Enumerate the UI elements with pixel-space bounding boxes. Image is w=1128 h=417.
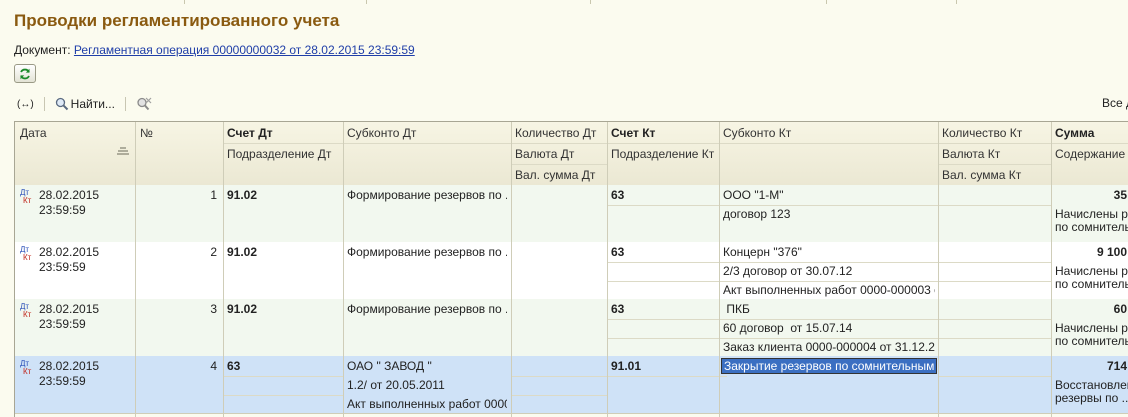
col-header-num[interactable]: №: [140, 126, 153, 140]
tab-strip: [0, 0, 1128, 4]
row-account-kt: 63: [611, 188, 625, 202]
document-label: Документ:: [14, 43, 71, 57]
filter-clear-icon: [137, 97, 152, 111]
table-toolbar: (↔) Найти...: [14, 94, 155, 114]
row-subconto-dt-1: Формирование резервов по ...: [347, 188, 507, 202]
row-account-kt: 63: [611, 302, 625, 316]
row-content-1: Начислены ре: [1055, 321, 1128, 335]
table-row[interactable]: Дт Кт 28.02.2015 23:59:59 2 91.02 Формиро…: [15, 242, 1128, 300]
row-date: 28.02.2015: [39, 245, 100, 259]
col-header-subconto-kt[interactable]: Субконто Кт: [723, 126, 791, 140]
selected-cell-subconto-kt[interactable]: Закрытие резервов по сомнительным ...: [721, 358, 937, 374]
page-title: Проводки регламентированного учета: [14, 11, 340, 30]
toggle-mode-button[interactable]: (↔): [14, 98, 37, 111]
row-subconto-kt-2: договор 123: [723, 207, 791, 221]
row-subconto-kt-1: ПКБ: [723, 302, 750, 316]
table-row[interactable]: Дт Кт 28.02.2015 23:59:59 1 91.02 Формиро…: [15, 185, 1128, 243]
row-subconto-kt-2: 60 договор от 15.07.14: [723, 321, 853, 335]
row-number: 4: [210, 359, 217, 373]
row-account-kt: 91.01: [611, 359, 642, 373]
col-header-quantity-kt[interactable]: Количество Кт: [942, 126, 1022, 140]
refresh-icon: [20, 68, 30, 79]
row-number: 2: [210, 245, 217, 259]
row-subconto-dt-3: Акт выполненных работ 0000...: [347, 397, 507, 411]
col-header-currency-kt[interactable]: Валюта Кт: [942, 147, 1000, 161]
row-content-1: Начислены ре: [1055, 264, 1128, 278]
document-link[interactable]: Регламентная операция 00000000032 от 28.…: [74, 43, 415, 57]
row-account-dt: 91.02: [227, 188, 258, 202]
row-sum: 35: [1113, 188, 1127, 202]
row-account-dt: 91.02: [227, 245, 258, 259]
row-date: 28.02.2015: [39, 359, 100, 373]
dt-kt-icon: Дт Кт: [20, 302, 32, 319]
toolbar-divider: [43, 97, 45, 111]
row-subconto-dt-1: Формирование резервов по ...: [347, 245, 507, 259]
row-time: 23:59:59: [39, 260, 86, 274]
row-sum: 9 100: [1096, 245, 1127, 259]
col-header-subconto-dt[interactable]: Субконто Дт: [347, 126, 416, 140]
row-content-2: резервы по ...: [1055, 391, 1128, 405]
dt-kt-icon: Дт Кт: [20, 188, 32, 205]
refresh-button[interactable]: [14, 64, 36, 83]
row-date: 28.02.2015: [39, 188, 100, 202]
row-content-1: Восстановлен: [1055, 378, 1128, 392]
row-account-dt: 91.02: [227, 302, 258, 316]
row-content-2: по сомнитель: [1055, 334, 1128, 348]
col-header-subdivision-dt[interactable]: Подразделение Дт: [227, 147, 331, 161]
row-time: 23:59:59: [39, 374, 86, 388]
document-line: Документ: Регламентная операция 00000000…: [14, 43, 415, 57]
row-date: 28.02.2015: [39, 302, 100, 316]
col-header-account-dt[interactable]: Счет Дт: [227, 126, 273, 140]
col-header-currency-sum-dt[interactable]: Вал. сумма Дт: [515, 168, 595, 182]
row-time: 23:59:59: [39, 203, 86, 217]
clear-search-button[interactable]: [133, 96, 155, 112]
row-subconto-kt-2: 2/3 договор от 30.07.12: [723, 264, 853, 278]
row-subconto-dt-1: ОАО " ЗАВОД ": [347, 359, 432, 373]
row-subconto-dt-1: Формирование резервов по ...: [347, 302, 507, 316]
col-header-subdivision-kt[interactable]: Подразделение Кт: [611, 147, 714, 161]
col-header-sum[interactable]: Сумма: [1055, 126, 1094, 140]
search-icon: [55, 97, 68, 111]
row-account-kt: 63: [611, 245, 625, 259]
all-actions-menu[interactable]: Все д: [1102, 96, 1128, 110]
table-row[interactable]: Дт Кт 28.02.2015 23:59:59 3 91.02 Формиро…: [15, 299, 1128, 357]
row-subconto-kt-1: Концерн "376": [723, 245, 802, 259]
row-subconto-kt-1: ООО "1-М": [723, 188, 784, 202]
col-header-currency-dt[interactable]: Валюта Дт: [515, 147, 574, 161]
row-sum: 60: [1113, 302, 1127, 316]
find-label: Найти...: [70, 97, 115, 111]
col-header-currency-sum-kt[interactable]: Вал. сумма Кт: [942, 168, 1021, 182]
row-content-1: Начислены ре: [1055, 207, 1128, 221]
row-number: 3: [210, 302, 217, 316]
row-number: 1: [210, 188, 217, 202]
dt-kt-icon: Дт Кт: [20, 245, 32, 262]
find-button[interactable]: Найти...: [52, 96, 118, 112]
toggle-icon: (↔): [17, 98, 34, 110]
row-subconto-dt-2: 1.2/ от 20.05.2011: [347, 378, 445, 392]
col-header-account-kt[interactable]: Счет Кт: [611, 126, 655, 140]
col-header-content[interactable]: Содержание: [1055, 147, 1125, 161]
sort-icon[interactable]: [117, 146, 129, 156]
dt-kt-icon: Дт Кт: [20, 359, 32, 376]
col-header-date[interactable]: Дата: [20, 126, 47, 140]
table-row-selected[interactable]: Дт Кт 28.02.2015 23:59:59 4 63 ОАО " ЗАВО…: [15, 356, 1128, 414]
toolbar-divider: [124, 97, 126, 111]
row-subconto-kt-3: Заказ клиента 0000-000004 от 31.12.20...: [723, 340, 935, 354]
row-content-2: по сомнитель: [1055, 220, 1128, 234]
postings-table: Дата № Счет Дт Подразделение Дт Субконто…: [14, 121, 1128, 417]
row-time: 23:59:59: [39, 317, 86, 331]
row-content-2: по сомнитель: [1055, 277, 1128, 291]
row-account-dt: 63: [227, 359, 241, 373]
row-sum: 714: [1106, 359, 1127, 373]
col-header-quantity-dt[interactable]: Количество Дт: [515, 126, 596, 140]
row-subconto-kt-3: Акт выполненных работ 0000-000003 о...: [723, 283, 935, 297]
